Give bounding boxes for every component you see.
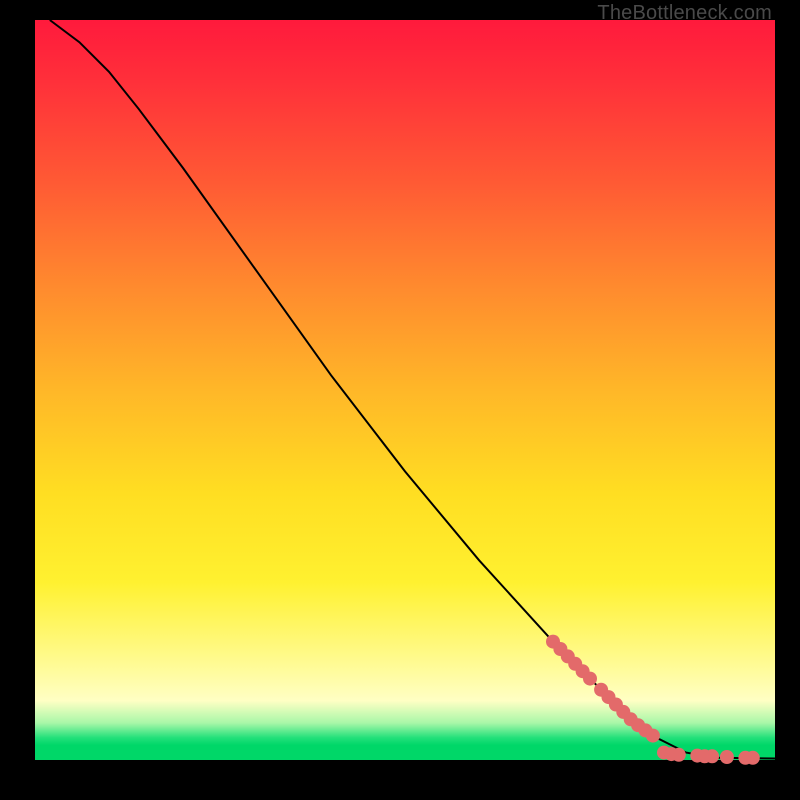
data-markers: [546, 635, 760, 765]
data-marker: [720, 750, 734, 764]
bottleneck-curve: [50, 20, 775, 759]
data-marker: [646, 729, 660, 743]
data-marker: [705, 749, 719, 763]
chart-frame: TheBottleneck.com: [0, 0, 800, 800]
plot-area: [35, 20, 775, 760]
data-marker: [672, 748, 686, 762]
data-marker: [583, 672, 597, 686]
curve-svg: [35, 20, 775, 760]
data-marker: [746, 751, 760, 765]
